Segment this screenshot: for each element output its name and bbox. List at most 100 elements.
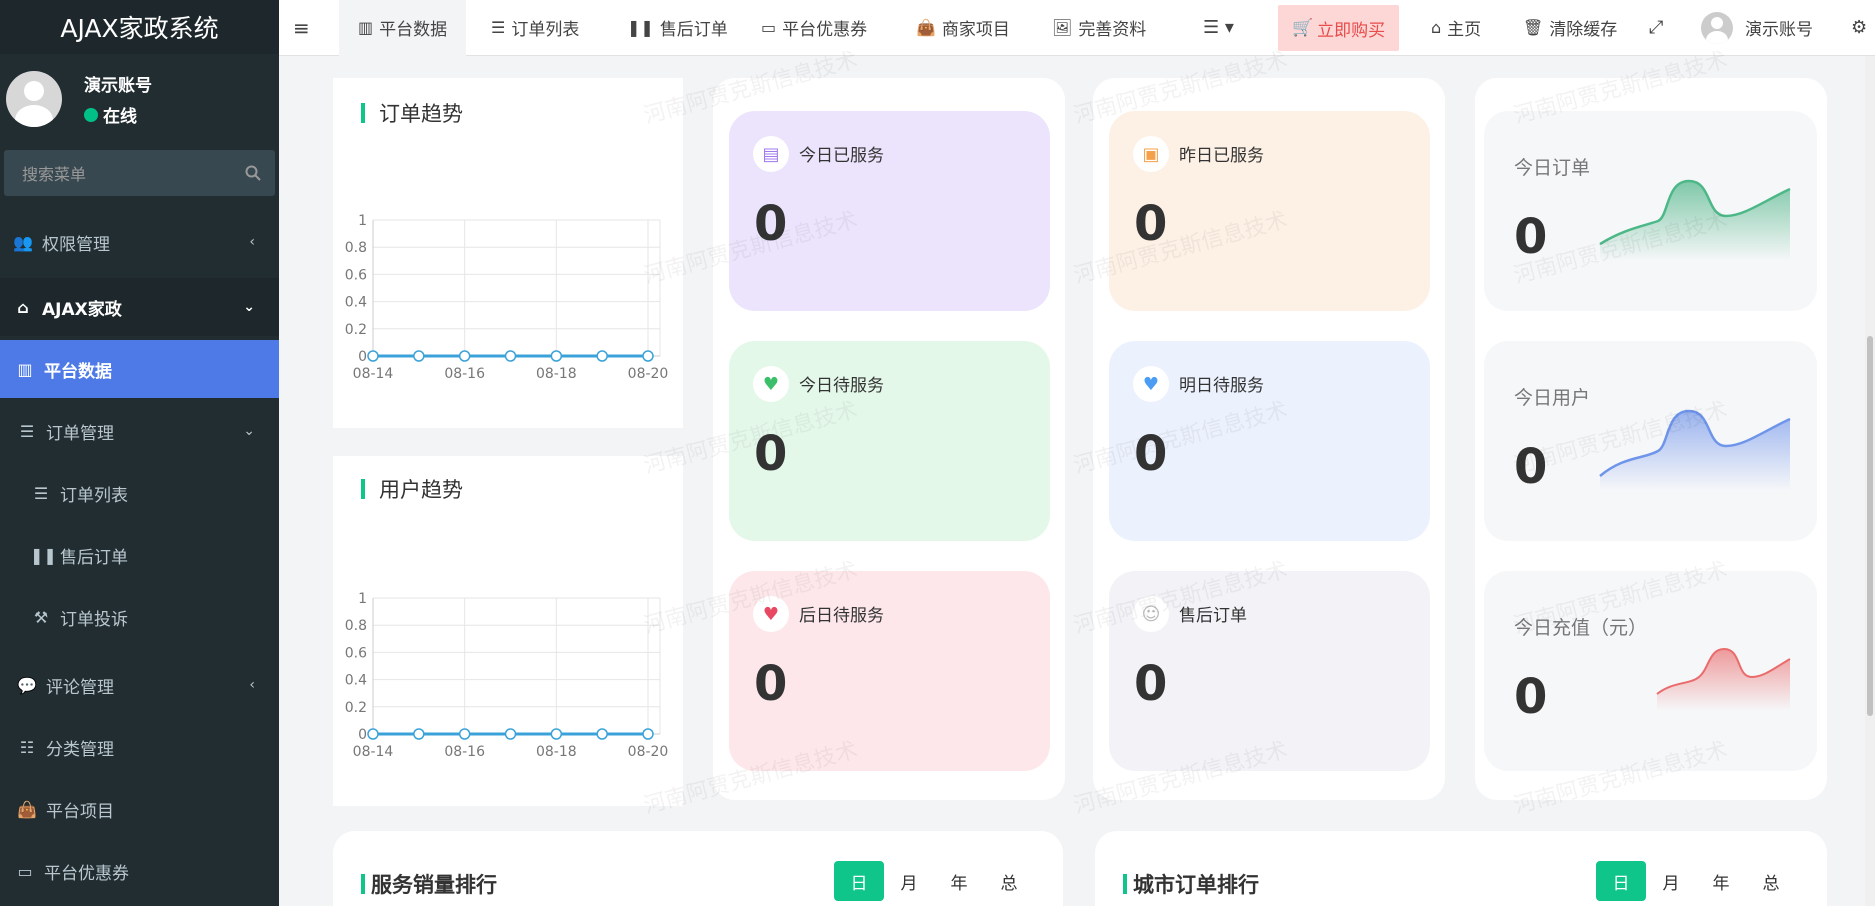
sidebar-item-label: 平台优惠券: [44, 863, 129, 884]
period-total-button[interactable]: 总: [984, 861, 1034, 901]
home-link[interactable]: ⌂ 主页: [1431, 0, 1481, 56]
sidebar-item-ajax-jiazheng[interactable]: ⌂ AJAX家政 ⌄: [0, 278, 279, 336]
stat-card-tomorrow-pending[interactable]: ♥ 明日待服务 0: [1109, 341, 1430, 541]
today-users-card[interactable]: 今日用户 0: [1484, 341, 1817, 541]
tab-merchant-project[interactable]: 👜 商家项目: [916, 0, 1010, 56]
data-point: [367, 728, 379, 740]
y-tick-label: 0: [358, 727, 367, 743]
sidebar-item-platform-data[interactable]: ▥ 平台数据: [0, 340, 279, 398]
data-point: [642, 728, 654, 740]
today-recharge-card[interactable]: 今日充值（元） 0: [1484, 571, 1817, 771]
period-total-button[interactable]: 总: [1746, 861, 1796, 901]
avatar: [6, 71, 62, 127]
tab-label: 订单列表: [511, 20, 580, 40]
hand-heart-icon: ♥: [753, 366, 789, 402]
calendar-check-icon: ▣: [1133, 136, 1169, 172]
tab-profile[interactable]: 🖼 完善资料: [1052, 0, 1146, 56]
period-month-button[interactable]: 月: [1646, 861, 1696, 901]
tab-platform-data[interactable]: ▥ 平台数据: [339, 0, 467, 56]
stat-value: 0: [754, 656, 788, 712]
tab-aftersale[interactable]: ❚❚ 售后订单: [627, 0, 728, 56]
x-tick-label: 08-20: [628, 366, 669, 382]
tab-coupon[interactable]: ▭ 平台优惠券: [761, 0, 867, 56]
period-day-button[interactable]: 日: [834, 861, 884, 901]
mini-label: 今日订单: [1514, 157, 1591, 179]
stat-card-yesterday-served[interactable]: ▣ 昨日已服务 0: [1109, 111, 1430, 311]
sidebar-item-comments[interactable]: 💬 评论管理 ‹: [0, 656, 279, 714]
sidebar-item-label: 权限管理: [42, 234, 110, 255]
sidebar-item-coupon[interactable]: ▭ 平台优惠券: [0, 842, 279, 900]
stat-card-aftersale[interactable]: ☺ 售后订单 0: [1109, 571, 1430, 771]
user-trend-chart: 1 0.8 0.6 0.4 0.2 008-14 08-16 08-18 08-20: [345, 591, 669, 760]
today-orders-card[interactable]: 今日订单 0: [1484, 111, 1817, 311]
settings-gear-icon[interactable]: ⚙: [1851, 0, 1867, 56]
shopping-bag-icon: 👜: [17, 799, 37, 819]
fullscreen-icon[interactable]: ⤢: [1649, 0, 1663, 56]
y-tick-label: 0.6: [345, 645, 367, 661]
buy-now-button[interactable]: 🛒 立即购买: [1278, 5, 1400, 51]
data-point: [458, 350, 471, 362]
sidebar-item-complaint[interactable]: ⚒ 订单投诉: [0, 588, 279, 646]
y-tick-label: 0.6: [345, 267, 367, 283]
x-tick-label: 08-16: [444, 744, 485, 760]
period-month-button[interactable]: 月: [884, 861, 934, 901]
period-year-button[interactable]: 年: [934, 861, 984, 901]
period-year-button[interactable]: 年: [1696, 861, 1746, 901]
search-icon[interactable]: [245, 165, 261, 181]
tab-label: 售后订单: [659, 20, 728, 40]
service-sales-rank-card: 服务销量排行 日 月 年 总: [333, 831, 1063, 906]
menu-toggle-icon[interactable]: ≡: [293, 0, 310, 56]
menu-search-input[interactable]: 搜索菜单: [4, 150, 275, 196]
stat-card-day-after-pending[interactable]: ♥ 后日待服务 0: [729, 571, 1050, 771]
more-tabs-dropdown-icon[interactable]: ☰ ▾: [1203, 0, 1234, 56]
data-point: [504, 728, 517, 740]
tab-order-list[interactable]: ☰ 订单列表: [491, 0, 579, 56]
brand-title[interactable]: AJAX家政系统: [0, 0, 279, 54]
sidebar-item-category[interactable]: ☷ 分类管理: [0, 718, 279, 776]
pause-icon: ❚❚: [627, 18, 654, 37]
stat-card-today-pending[interactable]: ♥ 今日待服务 0: [729, 341, 1050, 541]
data-point: [596, 728, 608, 740]
y-tick-label: 0.2: [345, 322, 367, 338]
city-order-rank-card: 城市订单排行 日 月 年 总: [1095, 831, 1827, 906]
y-tick-label: 0.8: [345, 240, 367, 256]
sidebar-item-permission[interactable]: 👥 权限管理 ‹: [0, 213, 279, 271]
tab-label: 平台数据: [379, 20, 448, 40]
stat-value: 0: [1134, 656, 1168, 712]
data-point: [550, 728, 563, 740]
sidebar-item-label: 评论管理: [46, 677, 114, 698]
mini-value: 0: [1514, 439, 1548, 495]
page-scrollbar[interactable]: [1865, 56, 1875, 906]
sidebar-item-label: 订单投诉: [60, 609, 128, 630]
sidebar-item-label: 分类管理: [46, 739, 114, 760]
users-icon: 👥: [13, 232, 33, 252]
sidebar-item-order-manage[interactable]: ☰ 订单管理 ⌄: [0, 402, 279, 460]
stat-label: 今日待服务: [799, 376, 884, 396]
stat-value: 0: [754, 196, 788, 252]
user-panel: 演示账号 在线: [0, 54, 279, 144]
data-point: [550, 350, 563, 362]
sidebar-item-order-list[interactable]: ☰ 订单列表: [0, 464, 279, 522]
stat-value: 0: [754, 426, 788, 482]
today-users-sparkline: [1599, 409, 1791, 491]
chevron-down-icon: ⌄: [243, 299, 255, 315]
city-order-period-toggle: 日 月 年 总: [1596, 861, 1796, 901]
comments-icon: 💬: [17, 675, 37, 695]
account-menu[interactable]: 演示账号: [1701, 0, 1813, 56]
clear-cache-button[interactable]: 🗑 清除缓存: [1523, 0, 1617, 56]
home-icon: ⌂: [17, 297, 29, 317]
order-trend-card: 订单趋势 1 0.8 0.6 0.4 0.2 0 08-14 08-16 08-18 08-20: [333, 78, 683, 428]
hand-heart-icon: ♥: [1133, 366, 1169, 402]
city-order-rank-title: 城市订单排行: [1123, 869, 1259, 899]
account-label: 演示账号: [1745, 20, 1813, 40]
stat-card-today-served[interactable]: ▤ 今日已服务 0: [729, 111, 1050, 311]
sidebar-item-platform-project[interactable]: 👜 平台项目: [0, 780, 279, 838]
period-day-button[interactable]: 日: [1596, 861, 1646, 901]
y-tick-label: 0.2: [345, 700, 367, 716]
today-recharge-sparkline: [1656, 647, 1791, 711]
x-tick-label: 08-20: [628, 744, 669, 760]
y-tick-label: 0.8: [345, 618, 367, 634]
scrollbar-thumb[interactable]: [1867, 336, 1873, 716]
x-tick-label: 08-18: [536, 744, 577, 760]
sidebar-item-aftersale[interactable]: ❚❚ 售后订单: [0, 526, 279, 584]
